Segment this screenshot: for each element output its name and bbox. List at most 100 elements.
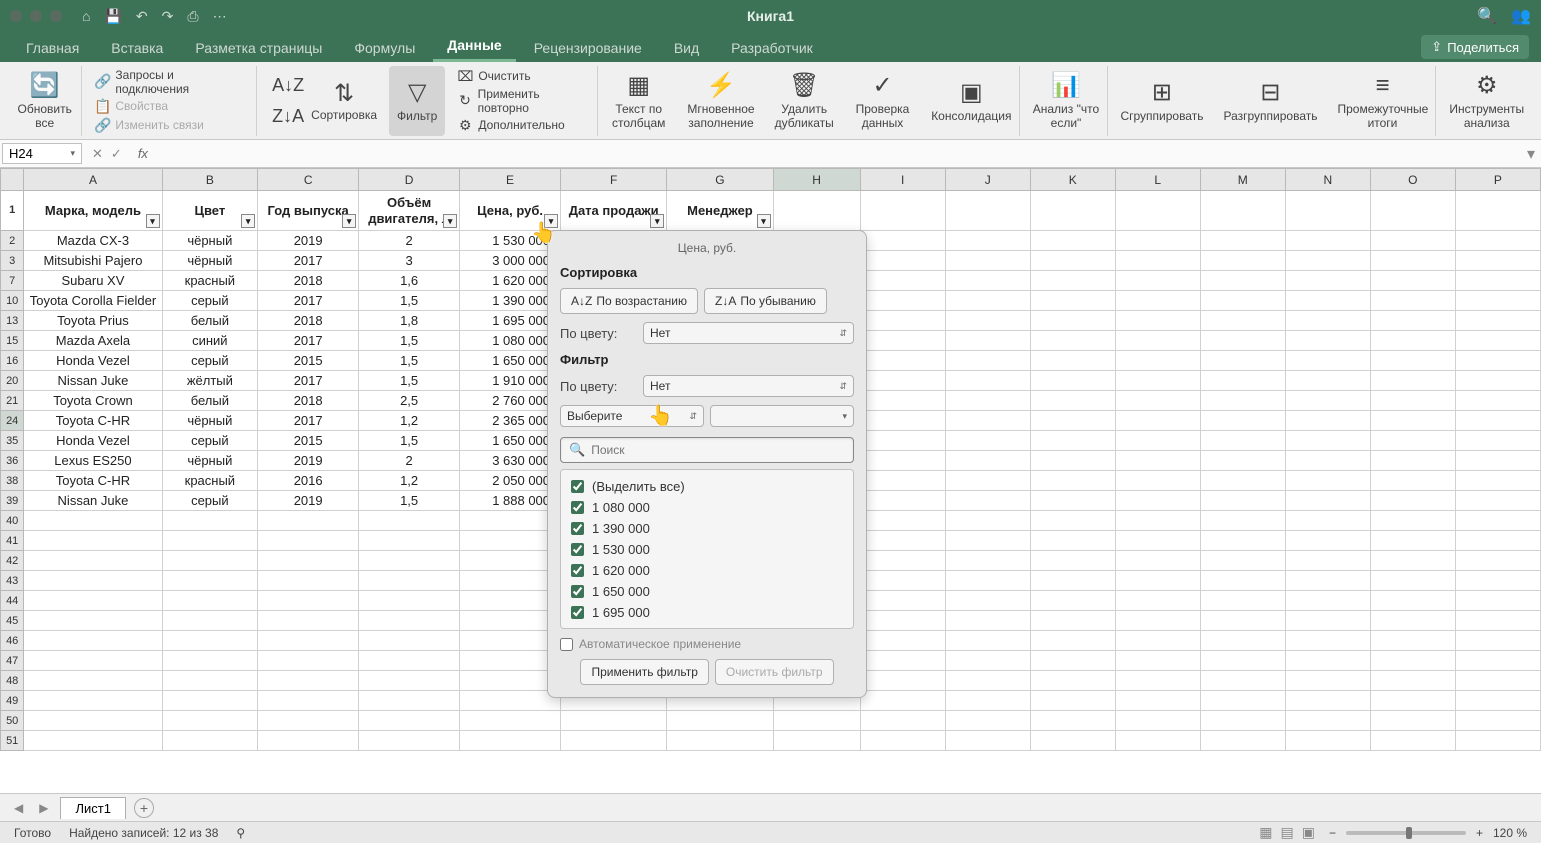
select-all-item[interactable]: (Выделить все) (567, 476, 847, 497)
cell[interactable] (1115, 231, 1200, 251)
row-header[interactable]: 40 (1, 511, 24, 531)
cell[interactable]: 2019 (258, 231, 359, 251)
cell[interactable] (1115, 391, 1200, 411)
cell[interactable]: Mazda CX-3 (24, 231, 162, 251)
cell[interactable]: 2018 (258, 391, 359, 411)
cell[interactable] (1115, 411, 1200, 431)
cell[interactable] (1030, 271, 1115, 291)
enter-formula-icon[interactable]: ✓ (111, 146, 122, 162)
cell[interactable] (1455, 251, 1540, 271)
cell[interactable] (945, 491, 1030, 511)
row-header[interactable]: 49 (1, 691, 24, 711)
cell[interactable] (1030, 391, 1115, 411)
column-header[interactable]: K (1030, 169, 1115, 191)
cell[interactable] (1030, 251, 1115, 271)
table-header-cell[interactable]: Менеджер▾ (667, 191, 773, 231)
cell[interactable] (860, 471, 945, 491)
cell[interactable] (1455, 471, 1540, 491)
expand-formulabar-icon[interactable]: ▾ (1521, 144, 1541, 164)
cell[interactable] (1370, 331, 1455, 351)
column-header[interactable]: F (561, 169, 667, 191)
row-header[interactable]: 36 (1, 451, 24, 471)
cell[interactable]: 1 888 000 (460, 491, 561, 511)
row-header[interactable]: 10 (1, 291, 24, 311)
cell[interactable] (860, 371, 945, 391)
cell[interactable]: Toyota Crown (24, 391, 162, 411)
cell[interactable]: 1 650 000 (460, 431, 561, 451)
quick-access-toolbar[interactable]: ⌂ 💾 ↶ ↷ ⎙ ⋯ (82, 8, 227, 25)
row-header[interactable]: 47 (1, 651, 24, 671)
cell[interactable] (1455, 431, 1540, 451)
cell[interactable]: 2 (359, 451, 460, 471)
row-header[interactable]: 39 (1, 491, 24, 511)
cell[interactable] (1115, 471, 1200, 491)
cell[interactable] (1370, 451, 1455, 471)
cell[interactable] (1370, 411, 1455, 431)
cell[interactable]: 2017 (258, 331, 359, 351)
filter-value-item[interactable]: 1 695 000 (567, 602, 847, 623)
cell[interactable]: 2015 (258, 431, 359, 451)
cell[interactable] (1285, 291, 1370, 311)
zoom-in-button[interactable]: + (1476, 826, 1483, 840)
group-button[interactable]: ⊞Сгруппировать (1112, 66, 1211, 136)
table-header-cell[interactable]: Цена, руб.▾ (460, 191, 561, 231)
apply-filter-button[interactable]: Применить фильтр (580, 659, 708, 685)
cell[interactable] (1200, 411, 1285, 431)
cell[interactable] (1455, 371, 1540, 391)
cell[interactable]: 1,5 (359, 291, 460, 311)
cell[interactable]: белый (162, 391, 258, 411)
cell[interactable] (1285, 391, 1370, 411)
table-header-cell[interactable]: Марка, модель▾ (24, 191, 162, 231)
cell[interactable]: чёрный (162, 231, 258, 251)
filter-value-item[interactable]: 1 530 000 (567, 539, 847, 560)
cell[interactable] (860, 491, 945, 511)
cell[interactable] (1200, 391, 1285, 411)
filter-dropdown-icon[interactable]: ▾ (342, 214, 356, 228)
collab-icon[interactable]: 👥 (1511, 6, 1531, 26)
column-header[interactable]: D (359, 169, 460, 191)
cell[interactable] (945, 471, 1030, 491)
filter-dropdown-icon[interactable]: ▾ (650, 214, 664, 228)
row-header[interactable]: 51 (1, 731, 24, 751)
cell[interactable] (1030, 311, 1115, 331)
tab-review[interactable]: Рецензирование (520, 34, 656, 62)
cell[interactable] (860, 251, 945, 271)
zoom-level[interactable]: 120 % (1493, 826, 1527, 840)
cell[interactable]: Nissan Juke (24, 491, 162, 511)
filter-group[interactable]: ▽ Фильтр (389, 66, 445, 136)
cell[interactable] (1200, 311, 1285, 331)
cell[interactable] (1200, 451, 1285, 471)
tab-data[interactable]: Данные (433, 31, 515, 62)
cell[interactable] (1370, 491, 1455, 511)
cell[interactable] (945, 251, 1030, 271)
cell[interactable] (1455, 491, 1540, 511)
cell[interactable] (1200, 471, 1285, 491)
cell[interactable] (1115, 491, 1200, 511)
filter-dropdown-icon[interactable]: ▾ (544, 214, 558, 228)
cell[interactable]: 2017 (258, 291, 359, 311)
tab-view[interactable]: Вид (660, 34, 713, 62)
cell[interactable] (945, 291, 1030, 311)
cell[interactable]: 2 050 000 (460, 471, 561, 491)
cell[interactable]: 1,8 (359, 311, 460, 331)
view-mode-buttons[interactable]: ▦▤▣ (1255, 824, 1319, 841)
row-header[interactable]: 7 (1, 271, 24, 291)
cell[interactable] (1370, 251, 1455, 271)
sort-bycolor-select[interactable]: Нет⇵ (643, 322, 854, 344)
row-header[interactable]: 44 (1, 591, 24, 611)
fx-label[interactable]: fx (130, 146, 148, 161)
auto-apply-checkbox[interactable]: Автоматическое применение (548, 633, 866, 655)
cell[interactable] (1370, 471, 1455, 491)
filter-value-item[interactable]: 1 390 000 (567, 518, 847, 539)
cell[interactable] (945, 231, 1030, 251)
add-sheet-button[interactable]: + (134, 798, 154, 818)
redo-icon[interactable]: ↷ (162, 8, 174, 25)
column-header[interactable]: M (1200, 169, 1285, 191)
cell[interactable] (860, 451, 945, 471)
cell[interactable]: чёрный (162, 451, 258, 471)
cell[interactable]: красный (162, 471, 258, 491)
cell[interactable]: Subaru XV (24, 271, 162, 291)
cell[interactable]: жёлтый (162, 371, 258, 391)
row-header[interactable]: 35 (1, 431, 24, 451)
cell[interactable]: красный (162, 271, 258, 291)
